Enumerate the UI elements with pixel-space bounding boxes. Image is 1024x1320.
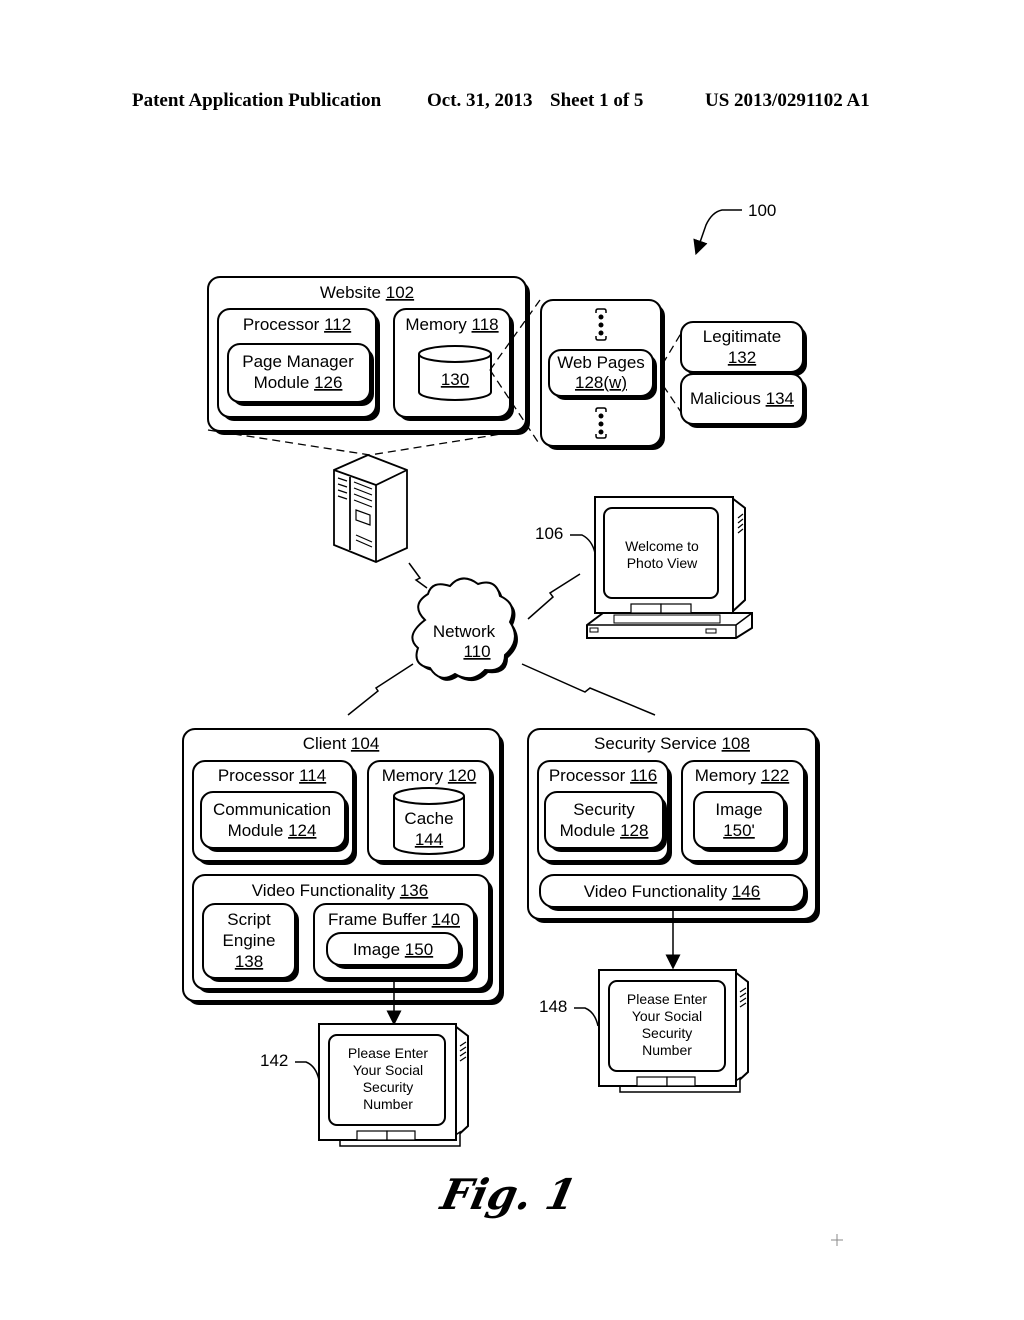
display-142: 142 Please Enter Your Social Security Nu… (260, 1023, 469, 1147)
network-ref: 110 (463, 642, 490, 661)
svg-text:138: 138 (235, 952, 263, 971)
svg-text:Number: Number (642, 1042, 692, 1058)
svg-text:Module 126: Module 126 (254, 373, 343, 392)
svg-text:Processor 112: Processor 112 (243, 315, 351, 334)
svg-text:Malicious 134: Malicious 134 (690, 389, 794, 408)
svg-text:Security: Security (573, 800, 635, 819)
client-memory-box: Memory 120 Cache 144 (367, 760, 494, 865)
svg-text:Video Functionality 136: Video Functionality 136 (252, 881, 428, 900)
network-cloud-icon: Network 110 (411, 577, 518, 682)
svg-text:Number: Number (363, 1096, 413, 1112)
display-148-ref: 148 (539, 997, 567, 1016)
data-store-ref: 130 (441, 370, 469, 389)
lightning-network-display (527, 573, 581, 620)
svg-text:Processor 114: Processor 114 (218, 766, 326, 785)
svg-text:Your Social: Your Social (632, 1008, 702, 1024)
legitimate-box: Legitimate 132 (680, 321, 807, 376)
page-manager-label: Page Manager (242, 352, 354, 371)
svg-text:Security Service 108: Security Service 108 (594, 734, 750, 753)
client-box: Client 104 Processor 114 Communication M… (182, 728, 504, 1005)
svg-text:Please Enter: Please Enter (348, 1045, 428, 1061)
svg-text:132: 132 (728, 348, 756, 367)
security-service-box: Security Service 108 Processor 116 Secur… (527, 728, 820, 923)
network-label: Network (433, 622, 496, 641)
website-processor-box: Processor 112 Page Manager Module 126 (217, 308, 380, 421)
svg-text:Module 128: Module 128 (560, 821, 649, 840)
svg-text:Frame Buffer 140: Frame Buffer 140 (328, 910, 460, 929)
svg-text:Image: Image (715, 800, 762, 819)
display-106-text-1: Welcome to (625, 538, 699, 554)
security-processor-box: Processor 116 Security Module 128 (537, 760, 672, 865)
display-142-ref: 142 (260, 1051, 288, 1070)
malicious-box: Malicious 134 (680, 373, 807, 428)
svg-text:Script: Script (227, 910, 271, 929)
website-memory-box: Memory 118 130 (393, 308, 514, 421)
cache-ref: 144 (415, 830, 443, 849)
svg-text:Please Enter: Please Enter (627, 991, 707, 1007)
website-ref: 102 (386, 283, 414, 302)
web-pages-container: Web Pages 128(w) (540, 299, 665, 450)
web-pages-label: Web Pages (557, 353, 645, 372)
svg-text:Client 104: Client 104 (303, 734, 380, 753)
display-106-ref: 106 (535, 524, 563, 543)
website-title: Website (320, 283, 381, 302)
svg-text:Memory 120: Memory 120 (382, 766, 477, 785)
lightning-server-network (408, 562, 428, 589)
display-106: 106 Welcome to Photo View (535, 495, 753, 639)
svg-text:Image 150: Image 150 (353, 940, 433, 959)
svg-text:Module 124: Module 124 (228, 821, 317, 840)
svg-text:Security: Security (363, 1079, 414, 1095)
display-106-text-2: Photo View (627, 555, 698, 571)
client-processor-box: Processor 114 Communication Module 124 (192, 760, 357, 865)
lightning-network-client (347, 663, 414, 716)
svg-text:Processor 116: Processor 116 (549, 766, 657, 785)
figure-ref-pointer: 100 (693, 201, 776, 256)
client-video-functionality-box: Video Functionality 136 Script Engine 13… (192, 874, 493, 993)
svg-text:Engine: Engine (223, 931, 276, 950)
display-148: 148 Please Enter Your Social Security Nu… (539, 969, 749, 1093)
lightning-network-security (521, 663, 656, 716)
svg-text:Communication: Communication (213, 800, 331, 819)
svg-text:Your Social: Your Social (353, 1062, 423, 1078)
svg-text:Memory 118: Memory 118 (405, 315, 498, 334)
registration-mark (831, 1234, 843, 1246)
svg-text:Memory 122: Memory 122 (695, 766, 790, 785)
svg-text:150': 150' (723, 821, 755, 840)
svg-text:Website 102: Website 102 (320, 283, 414, 302)
web-pages-ref: 128(w) (575, 373, 627, 392)
cache-label: Cache (404, 809, 453, 828)
website-box: Website 102 Processor 112 Page Manager M… (207, 276, 530, 435)
server-icon (333, 454, 408, 563)
svg-text:Video Functionality 146: Video Functionality 146 (584, 882, 760, 901)
svg-text:Legitimate: Legitimate (703, 327, 781, 346)
figure-ref-label: 100 (748, 201, 776, 220)
svg-text:Security: Security (642, 1025, 693, 1041)
security-memory-box: Memory 122 Image 150' (681, 760, 808, 865)
figure-diagram: 100 Website 102 Processor 112 Page Manag… (182, 201, 843, 1246)
figure-caption: Fig. 1 (436, 1170, 581, 1219)
